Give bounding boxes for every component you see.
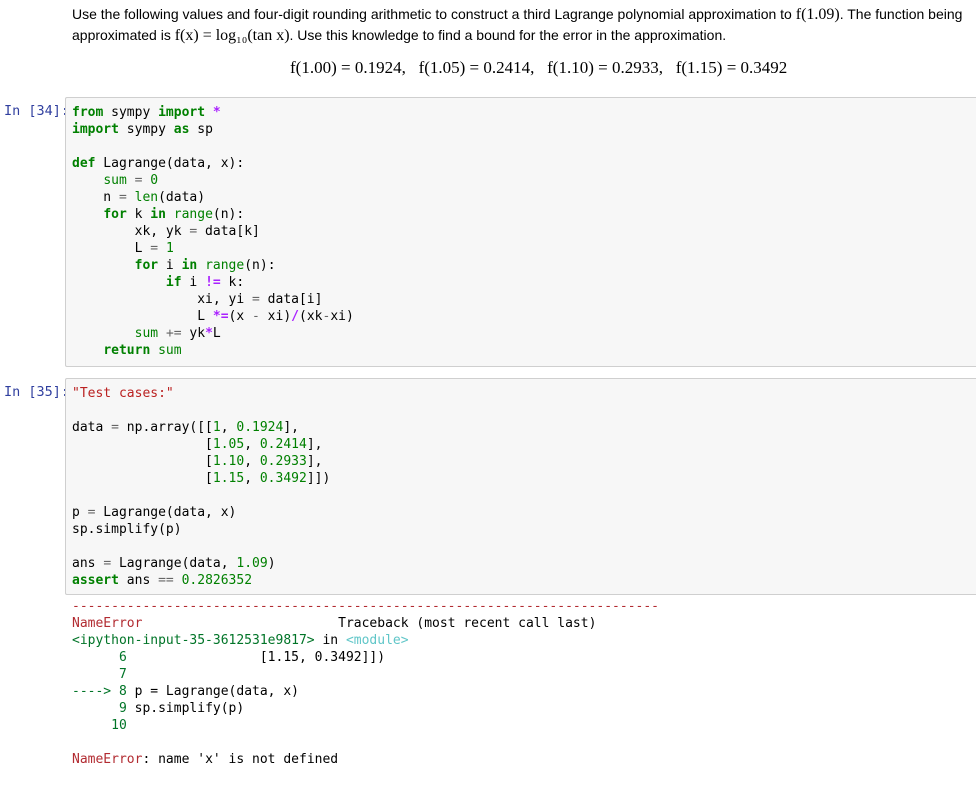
code-cell-35[interactable]: "Test cases:" data = np.array([[1, 0.192…: [65, 378, 976, 595]
error-name: NameError: [72, 616, 143, 631]
final-error-message: : name 'x' is not defined: [142, 752, 339, 767]
code-cell-34[interactable]: from sympy import * import sympy as sp d…: [65, 97, 976, 367]
code-editor-35[interactable]: "Test cases:" data = np.array([[1, 0.192…: [66, 379, 976, 589]
problem-line-2: approximated is f(x) = log₁₀(tan x). Use…: [72, 27, 727, 44]
tb-arrow: ---->: [72, 684, 112, 699]
final-error-name: NameError: [72, 752, 143, 767]
display-equation: f(1.00) = 0.1924, f(1.05) = 0.2414, f(1.…: [290, 58, 788, 77]
input-reference: <ipython-input-35-3612531e9817>: [72, 633, 315, 648]
tb-line-number: 6: [118, 650, 127, 665]
module-ref: <module>: [345, 633, 409, 648]
problem-line-1: Use the following values and four-digit …: [72, 6, 963, 23]
code-editor-34[interactable]: from sympy import * import sympy as sp d…: [66, 98, 976, 359]
error-separator: ----------------------------------------…: [72, 599, 659, 614]
inline-math-function: f(x) = log₁₀(tan x): [174, 27, 290, 44]
tb-line-number: 10: [111, 718, 127, 733]
tb-line-9-code: sp.simplify(p): [134, 701, 245, 716]
tb-line-number: 8: [118, 684, 127, 699]
tb-line-number: 9: [118, 701, 127, 716]
traceback-header: Traceback (most recent call last): [338, 616, 597, 631]
tb-line-8-code: p = Lagrange(data, x): [134, 684, 299, 699]
inline-math-f109: f(1.09): [795, 6, 840, 23]
cell-prompt-34: In [34]:: [4, 103, 70, 119]
error-output: ----------------------------------------…: [72, 599, 659, 767]
problem-statement: Use the following values and four-digit …: [72, 4, 976, 46]
cell-prompt-35: In [35]:: [4, 384, 70, 400]
tb-line-number: 7: [118, 667, 127, 682]
